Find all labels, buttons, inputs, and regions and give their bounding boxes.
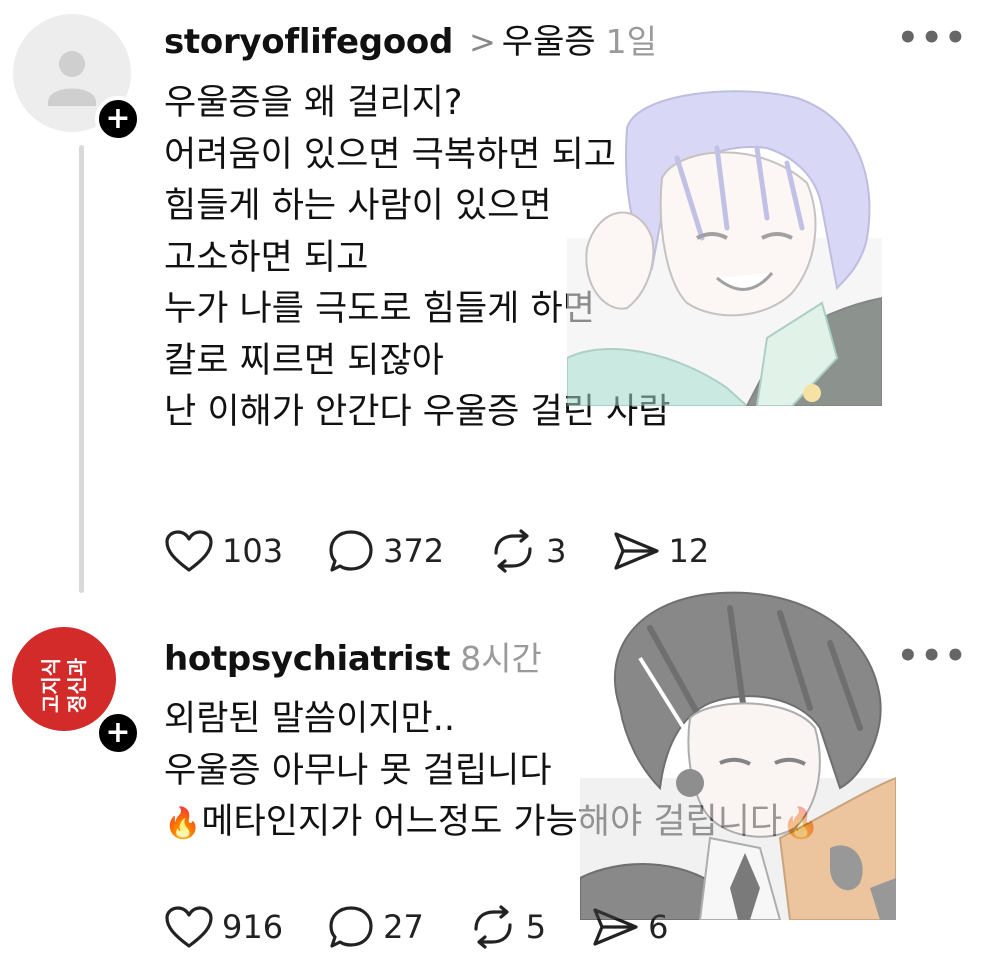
clinic-logo-icon: 고지식 정신과 [39, 657, 89, 713]
like-count: 916 [222, 908, 284, 946]
heart-icon [165, 906, 213, 948]
anime-character-illustration [567, 90, 882, 406]
like-button[interactable]: 916 [164, 905, 283, 949]
repost-icon [474, 905, 512, 949]
reply-count: 27 [383, 908, 424, 946]
svg-text:정신과: 정신과 [65, 657, 89, 713]
repost-count: 5 [525, 908, 547, 946]
follow-button[interactable]: + [95, 710, 141, 756]
anime-character-illustration [580, 591, 896, 920]
avatar-clinic-logo[interactable]: 고지식 정신과 [12, 627, 116, 731]
post-header: hotpsychiatrist 8시간 [164, 632, 542, 680]
post-time: 8시간 [460, 639, 542, 678]
speech-bubble-icon [329, 906, 373, 948]
svg-text:고지식: 고지식 [39, 658, 63, 713]
more-options-icon[interactable]: ••• [897, 636, 968, 676]
fire-emoji-icon: 🔥 [164, 806, 202, 841]
username[interactable]: hotpsychiatrist [164, 639, 450, 679]
reply-button[interactable]: 27 [327, 904, 424, 950]
repost-button[interactable]: 5 [468, 905, 546, 949]
